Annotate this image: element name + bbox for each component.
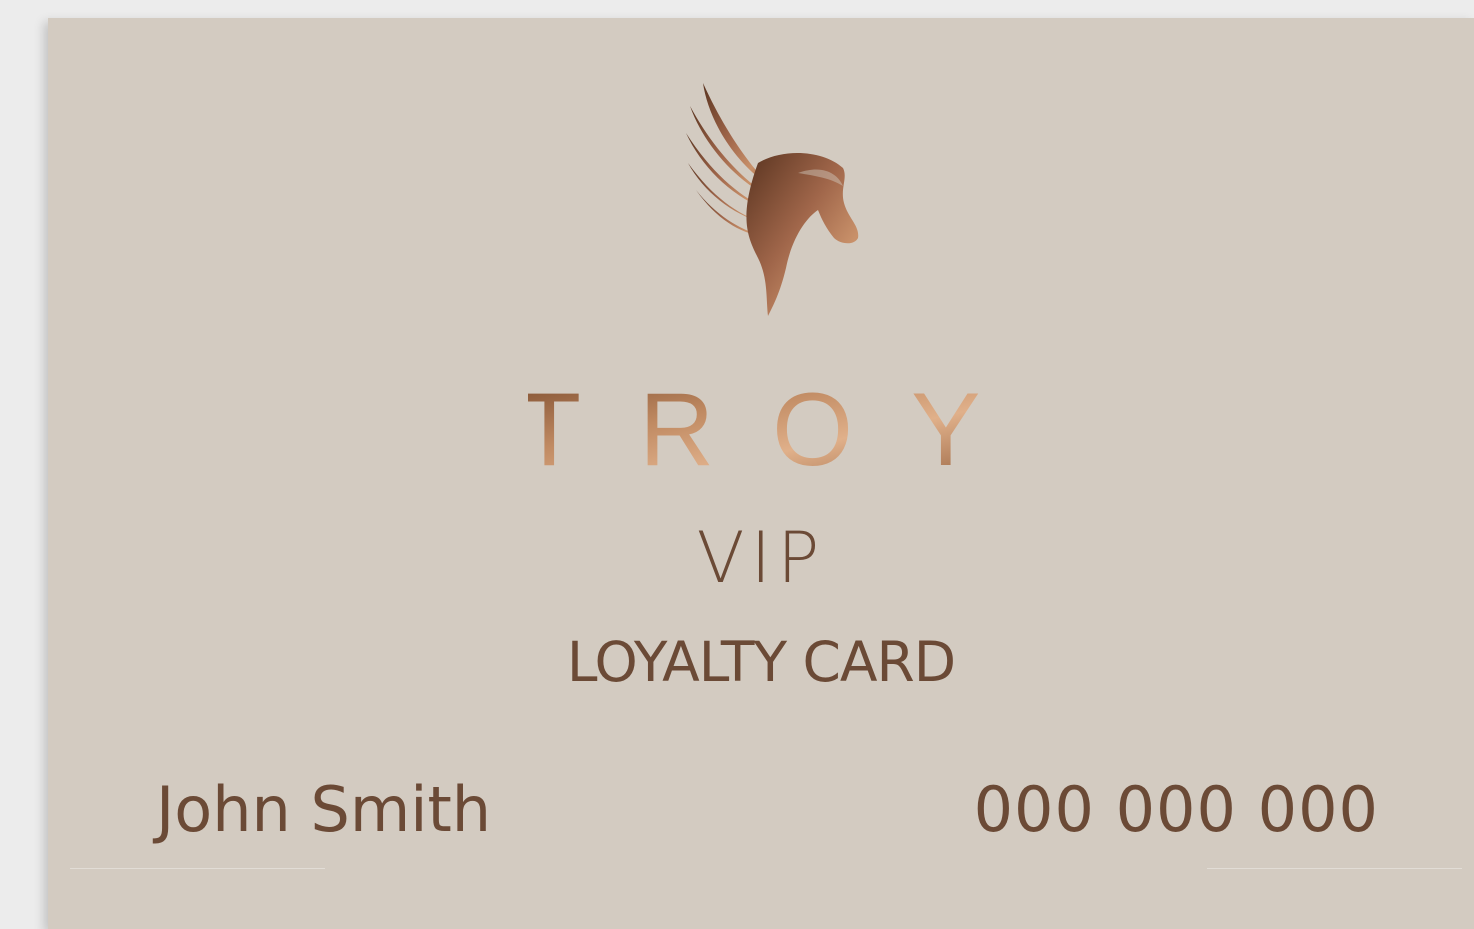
card-number: 000 000 000	[973, 773, 1379, 846]
card-holder-name: John Smith	[156, 773, 492, 846]
divider	[70, 868, 325, 869]
card-type: LOYALTY CARD	[566, 630, 956, 694]
brand-logo: TROY	[528, 372, 1028, 488]
brand-name: TROY	[528, 372, 1028, 488]
screen: TROY VIP LOYALTY CARD John Smith 000 000…	[0, 0, 1474, 929]
loyalty-card: TROY VIP LOYALTY CARD John Smith 000 000…	[48, 18, 1474, 929]
card-tier: VIP	[696, 517, 826, 599]
pegasus-icon	[686, 83, 859, 316]
divider	[1207, 868, 1462, 869]
